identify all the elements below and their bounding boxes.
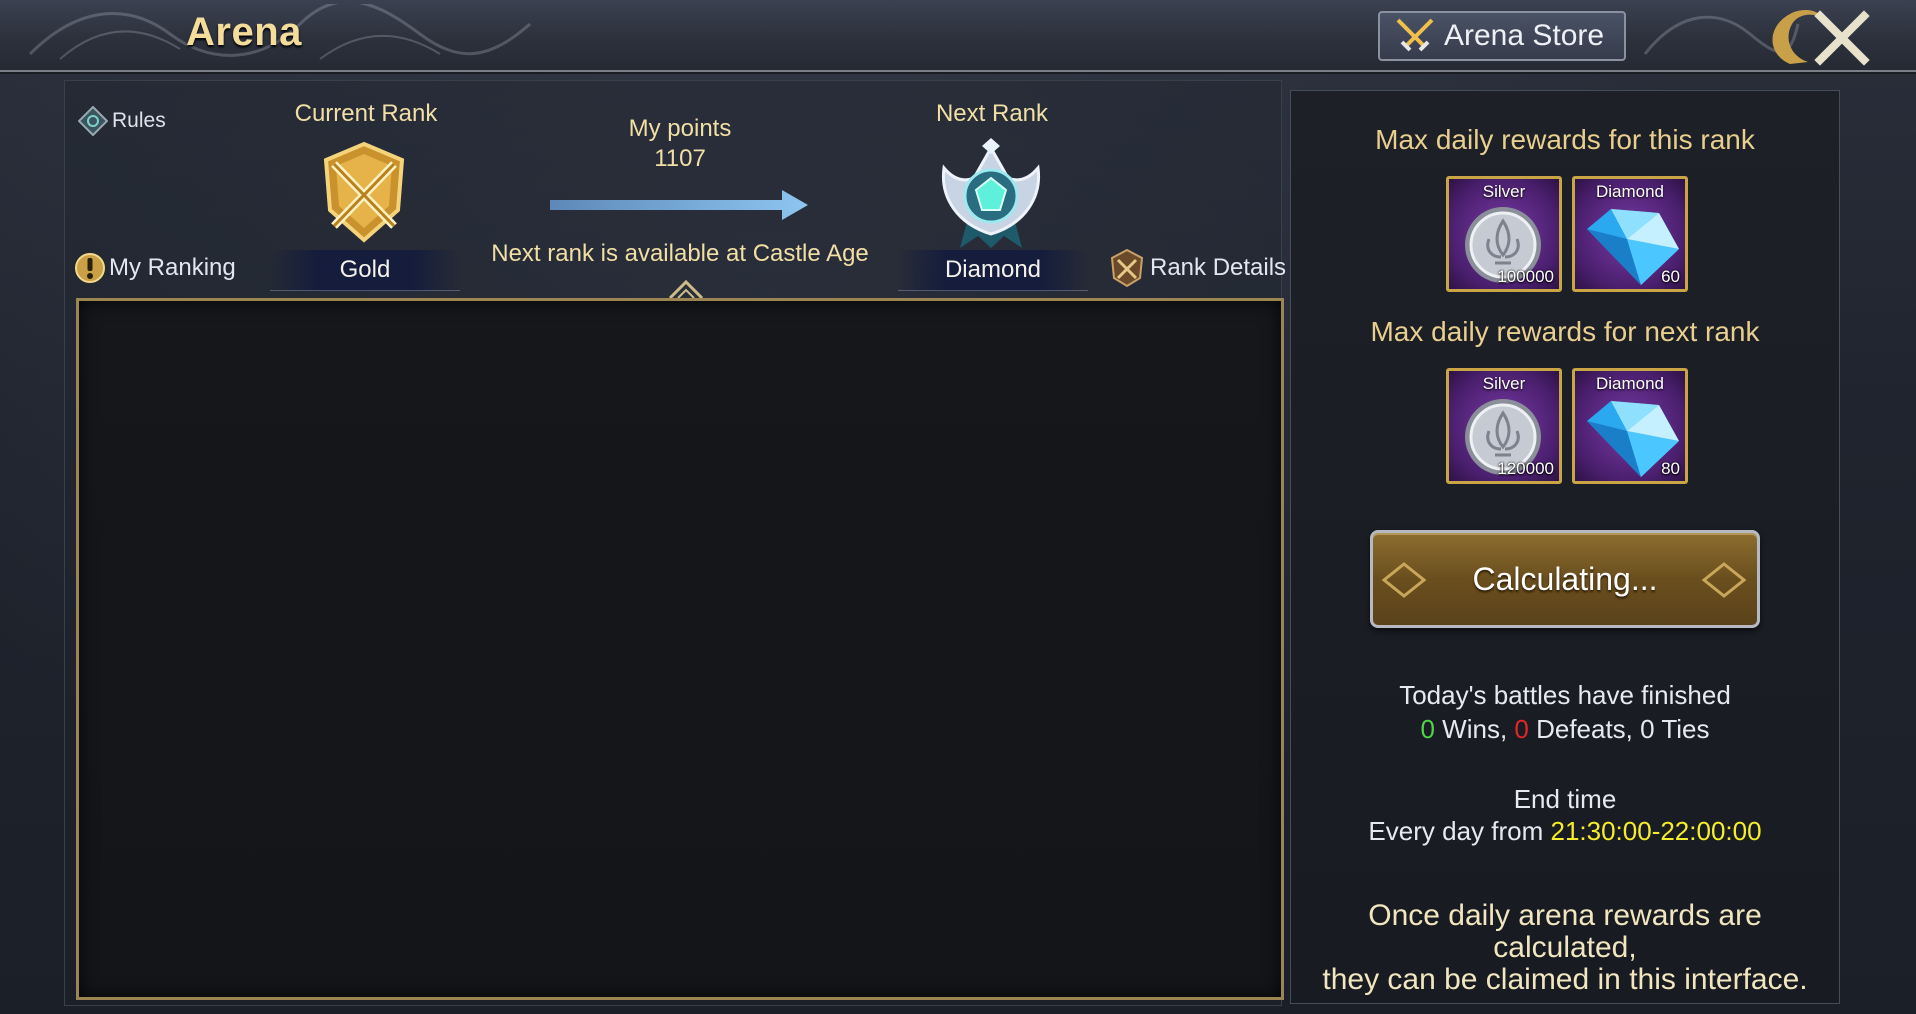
gold-rank-medal-icon bbox=[323, 141, 405, 243]
every-day-prefix: Every day from bbox=[1368, 816, 1551, 846]
current-rank-name: Gold bbox=[270, 250, 460, 291]
my-ranking-label: My Ranking bbox=[109, 254, 236, 281]
wins-label: Wins, bbox=[1434, 714, 1515, 744]
battles-status: Today's battles have finished bbox=[1399, 680, 1731, 710]
wins-count: 0 bbox=[1420, 714, 1435, 744]
reward-item[interactable]: Silver 120000 bbox=[1446, 368, 1562, 484]
arena-store-button[interactable]: Arena Store bbox=[1378, 11, 1626, 61]
crossed-swords-icon bbox=[1396, 18, 1434, 52]
defeats-label: Defeats, bbox=[1528, 714, 1641, 744]
rules-label: Rules bbox=[112, 109, 166, 132]
rules-diamond-icon bbox=[78, 106, 108, 136]
battle-record: 0 Wins, 0 Defeats, 0 Ties bbox=[1300, 714, 1830, 745]
close-icon bbox=[1772, 10, 1870, 66]
ranking-tab-notch-icon bbox=[668, 279, 704, 298]
end-time-label: End time bbox=[1513, 784, 1617, 814]
ties-text: 0 Ties bbox=[1640, 714, 1710, 744]
claim-note: Once daily arena rewards are calculated,… bbox=[1300, 900, 1830, 996]
diamond-rank-medal-icon bbox=[941, 138, 1041, 248]
close-button[interactable] bbox=[1746, 4, 1906, 70]
reward-count: 80 bbox=[1661, 459, 1680, 478]
claim-note-line2: they can be claimed in this interface. bbox=[1322, 963, 1808, 996]
rank-progress-arrow-icon bbox=[550, 190, 808, 220]
my-points-value: 1107 bbox=[654, 145, 706, 172]
reward-item[interactable]: Diamond 80 bbox=[1572, 368, 1688, 484]
this-rank-rewards-heading: Max daily rewards for this rank bbox=[1375, 124, 1755, 155]
reward-count: 100000 bbox=[1497, 267, 1554, 286]
reward-count: 120000 bbox=[1497, 459, 1554, 478]
page-title: Arena bbox=[186, 10, 302, 54]
rules-button[interactable]: Rules bbox=[78, 106, 166, 136]
my-points-label: My points bbox=[628, 115, 732, 142]
defeats-count: 0 bbox=[1514, 714, 1529, 744]
my-ranking-button[interactable]: My Ranking bbox=[74, 252, 236, 284]
reward-item[interactable]: Diamond 60 bbox=[1572, 176, 1688, 292]
rank-details-button[interactable]: Rank Details bbox=[1108, 248, 1286, 288]
next-rank-label: Next Rank bbox=[935, 100, 1049, 127]
next-rank-rewards-heading: Max daily rewards for next rank bbox=[1370, 316, 1760, 347]
reward-count: 60 bbox=[1661, 267, 1680, 286]
exclamation-icon bbox=[75, 253, 105, 283]
arena-store-label: Arena Store bbox=[1444, 19, 1605, 52]
time-range: 21:30:00-22:00:00 bbox=[1550, 816, 1762, 846]
end-time-schedule: Every day from 21:30:00-22:00:00 bbox=[1300, 816, 1830, 847]
rank-badge-icon bbox=[1110, 248, 1144, 288]
claim-note-line1: Once daily arena rewards are calculated, bbox=[1368, 899, 1762, 964]
ranking-list-area[interactable] bbox=[76, 298, 1284, 1000]
reward-item[interactable]: Silver 100000 bbox=[1446, 176, 1562, 292]
next-rank-name: Diamond bbox=[898, 250, 1088, 291]
current-rank-label: Current Rank bbox=[294, 100, 438, 127]
calculating-label: Calculating... bbox=[1472, 561, 1658, 597]
my-points: My points 1107 bbox=[580, 114, 780, 174]
calculating-button[interactable]: Calculating... bbox=[1370, 530, 1760, 628]
rank-details-label: Rank Details bbox=[1150, 254, 1287, 281]
next-rank-availability: Next rank is available at Castle Age bbox=[491, 240, 869, 267]
